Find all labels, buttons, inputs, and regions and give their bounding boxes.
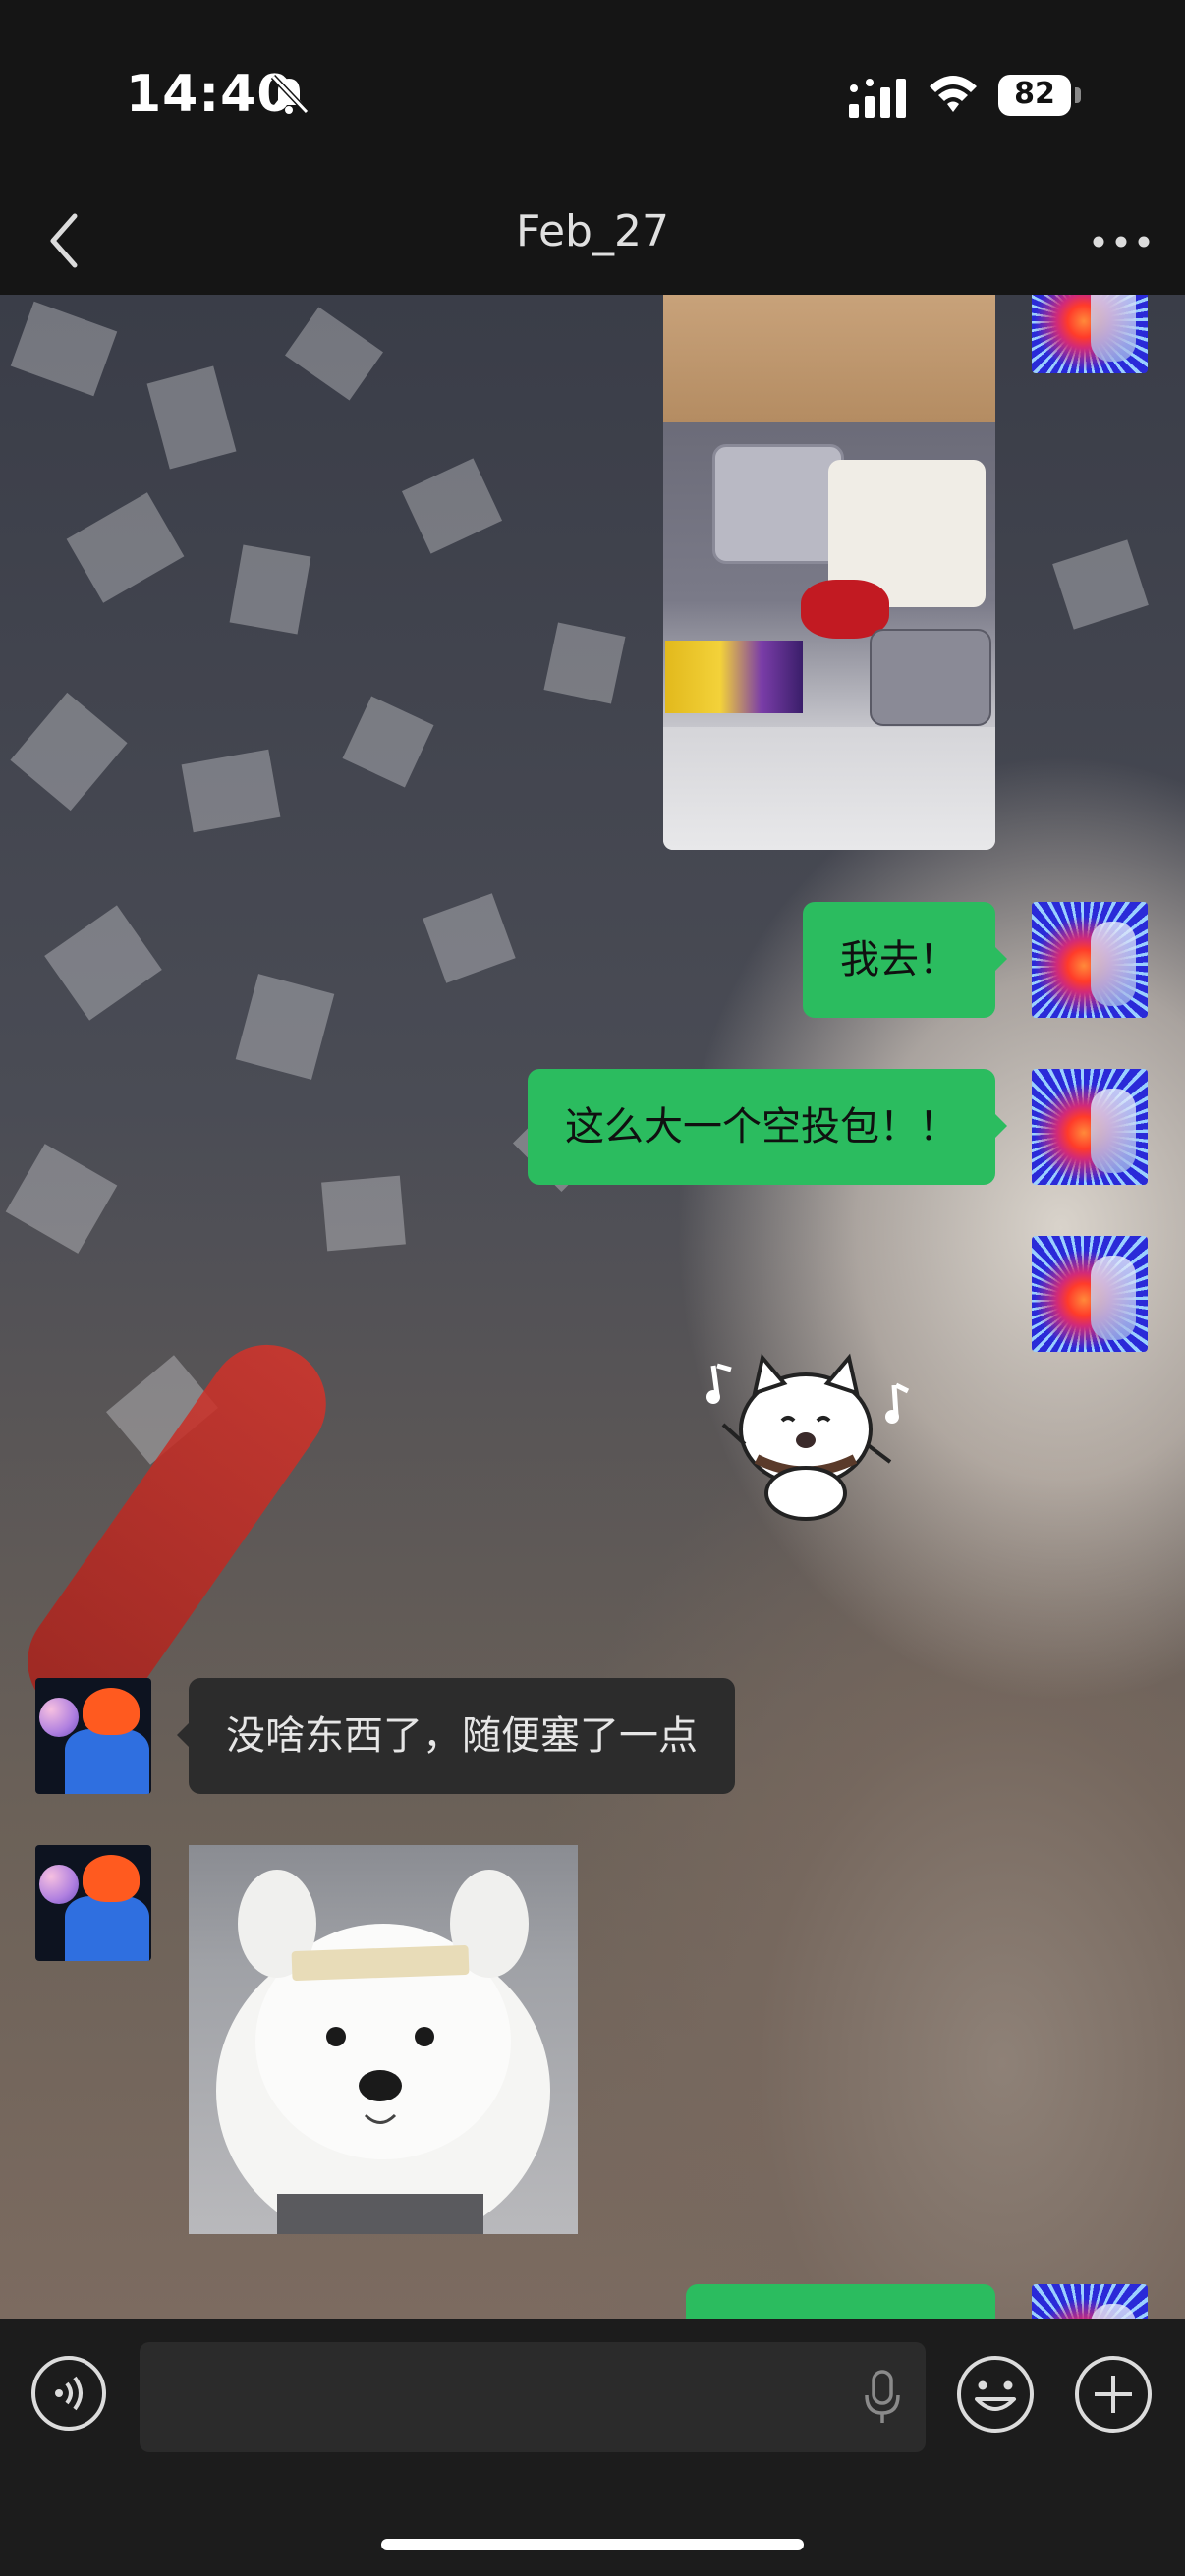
message-bubble-other[interactable]: 没啥东西了，随便塞了一点	[177, 1678, 735, 1794]
avatar-hair	[83, 1688, 140, 1735]
battery-cap	[1075, 87, 1081, 103]
background-confetti	[342, 696, 434, 788]
photo-box-flap	[663, 295, 995, 422]
background-confetti	[321, 1175, 406, 1252]
background-confetti	[401, 458, 503, 554]
plus-icon[interactable]	[1073, 2354, 1154, 2435]
photo-tray	[712, 444, 844, 564]
samoyed-dog-sticker[interactable]	[189, 1845, 578, 2234]
voice-input-icon[interactable]	[29, 2354, 108, 2433]
message-bubble-me[interactable]	[686, 2284, 995, 2319]
background-confetti	[5, 1144, 118, 1254]
cellular-signal-icon	[849, 79, 906, 118]
microphone-icon[interactable]	[863, 2370, 902, 2425]
background-confetti	[229, 544, 311, 635]
photo-case	[870, 629, 991, 726]
background-confetti	[1052, 539, 1149, 630]
emoji-icon[interactable]	[955, 2354, 1036, 2435]
avatar-figure	[65, 1896, 149, 1961]
avatar-balloons	[39, 1865, 79, 1904]
message-text: 这么大一个空投包！！	[565, 1104, 958, 1149]
message-input[interactable]	[140, 2342, 926, 2452]
avatar-me[interactable]	[1032, 2284, 1148, 2319]
background-confetti	[44, 905, 162, 1021]
photo-yellow-item	[665, 641, 803, 713]
ellipsis-icon[interactable]	[1087, 212, 1156, 271]
message-text: 我去！	[840, 937, 958, 982]
background-confetti	[10, 301, 118, 397]
avatar-me[interactable]	[1032, 1069, 1148, 1185]
chat-message-list[interactable]: 我去！ 这么大一个空投包！！ 没啥东西了，随便塞了一点	[0, 295, 1185, 2319]
chat-title: Feb_27	[516, 206, 669, 256]
avatar-me[interactable]	[1032, 902, 1148, 1018]
input-bar	[0, 2319, 1185, 2576]
dancing-cat-sticker[interactable]	[688, 1336, 924, 1533]
background-confetti	[543, 622, 626, 704]
avatar-other[interactable]	[35, 1845, 151, 1961]
background-confetti	[423, 893, 516, 983]
avatar-me[interactable]	[1032, 295, 1148, 373]
photo-plastic-bag	[663, 727, 995, 850]
background-confetti	[285, 307, 383, 401]
avatar-other[interactable]	[35, 1678, 151, 1794]
avatar-hair	[83, 1855, 140, 1902]
wifi-icon	[930, 76, 977, 112]
battery-icon: 82	[998, 75, 1081, 116]
chat-header: Feb_27	[0, 187, 1185, 295]
message-bubble-me[interactable]: 这么大一个空投包！！	[528, 1069, 1007, 1185]
message-text: 没啥东西了，随便塞了一点	[226, 1713, 698, 1759]
avatar-me[interactable]	[1032, 1236, 1148, 1352]
background-confetti	[66, 492, 185, 603]
message-bubble-me[interactable]: 我去！	[803, 902, 1007, 1018]
background-confetti	[181, 749, 281, 833]
background-confetti	[235, 974, 335, 1080]
background-confetti	[146, 365, 237, 470]
avatar-balloons	[39, 1698, 79, 1737]
status-bar: 14:40 82	[0, 0, 1185, 187]
battery-level: 82	[1014, 77, 1055, 111]
avatar-figure	[65, 1729, 149, 1794]
message-image-photo[interactable]	[663, 295, 995, 850]
bell-slash-icon	[270, 74, 310, 115]
dog-illustration	[216, 1870, 550, 2234]
home-indicator[interactable]	[381, 2539, 804, 2550]
background-confetti	[10, 692, 128, 812]
